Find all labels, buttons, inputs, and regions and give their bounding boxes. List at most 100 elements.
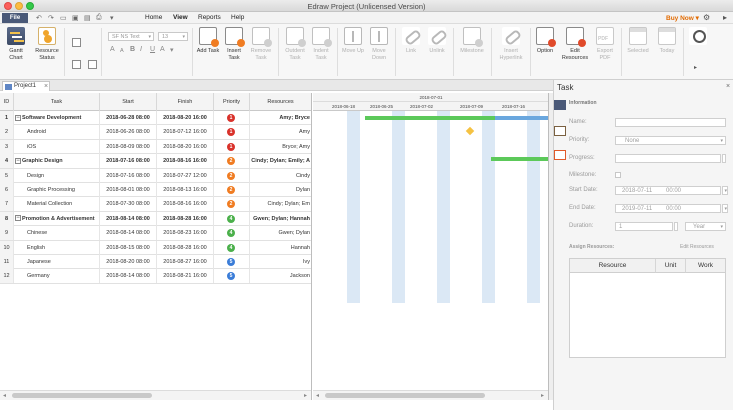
cell-start[interactable]: 2018-06-28 08:00 [100,111,157,125]
scrollbar-thumb[interactable] [325,393,485,398]
close-icon[interactable]: × [726,83,730,90]
resource-status-button[interactable]: Resource Status [32,27,62,61]
scroll-right-icon[interactable]: ▸ [304,392,307,399]
option-button[interactable]: Option [533,27,557,55]
insert-task-button[interactable]: Insert Task [222,27,246,61]
expand-icon[interactable]: ▸ [723,13,727,22]
cell-priority[interactable]: 2 [214,168,250,183]
cell-resources[interactable]: Dylan [250,183,311,197]
cell-start[interactable]: 2018-08-15 08:00 [100,240,157,255]
cell-priority[interactable]: 4 [214,211,250,226]
start-date-input[interactable]: 2018-07-11 00:00 [615,186,721,195]
column-header-resource[interactable]: Resource [570,259,656,273]
cell-task[interactable]: − Software Development [14,111,100,125]
table-row[interactable]: 8 − Promotion & Advertisement 2018-08-14 … [0,211,311,227]
scroll-right-icon[interactable]: ▸ [541,392,544,399]
outdent-task-button[interactable]: Outdent Task [282,27,308,61]
milestone-button[interactable]: Milestone [457,27,487,55]
table-row[interactable]: 11 Japanese 2018-08-20 08:00 2018-08-27 … [0,254,311,270]
end-date-dropdown[interactable]: ▾ [722,204,728,213]
table-row[interactable]: 12 Germany 2018-08-14 08:00 2018-08-21 1… [0,269,311,284]
cut-icon[interactable] [72,60,81,69]
scroll-left-icon[interactable]: ◂ [316,392,319,399]
remove-task-button[interactable]: Remove Task [248,27,274,61]
menu-reports[interactable]: Reports [198,14,221,21]
tab-project1[interactable]: Project1 × [2,81,50,91]
progress-input[interactable] [615,154,721,163]
cell-start[interactable]: 2018-08-09 08:00 [100,139,157,154]
table-row[interactable]: 3 iOS 2018-08-09 08:00 2018-08-20 16:00 … [0,139,311,155]
gantt-chart-area[interactable]: 2018-07-01 2018-06-18 2018-06-25 2018-07… [313,93,549,400]
table-row[interactable]: 1 − Software Development 2018-06-28 08:00… [0,111,311,126]
cell-priority[interactable]: 1 [214,125,250,140]
cell-start[interactable]: 2018-07-30 08:00 [100,197,157,212]
cell-start[interactable]: 2018-08-20 08:00 [100,254,157,269]
cell-resources[interactable]: Bryce; Amy [250,140,311,154]
cell-task[interactable]: Design [14,168,100,183]
cell-finish[interactable]: 2018-08-20 16:00 [157,111,214,125]
cell-resources[interactable]: Cindy; Dylan; Emily; A [250,154,311,168]
font-size-select[interactable]: 13 ▾ [158,32,188,41]
cell-resources[interactable]: Amy [250,125,311,139]
cell-finish[interactable]: 2018-08-28 16:00 [157,240,214,255]
cell-priority[interactable]: 2 [214,197,250,212]
cell-finish[interactable]: 2018-08-27 16:00 [157,254,214,269]
gear-icon[interactable]: ⚙ [703,13,710,22]
summary-bar-software-development[interactable] [365,116,495,120]
ribbon-more-icon[interactable]: ▸ [694,64,697,71]
file-menu-button[interactable]: File [2,13,28,23]
cell-start[interactable]: 2018-06-26 08:00 [100,125,157,140]
underline-icon[interactable]: U [150,46,155,53]
information-tab-icon[interactable] [554,100,566,110]
column-header-resources[interactable]: Resources [250,93,311,111]
start-date-dropdown[interactable]: ▾ [722,186,728,195]
end-date-input[interactable]: 2019-07-11 00:00 [615,204,721,213]
cell-priority[interactable]: 5 [214,254,250,269]
cell-resources[interactable]: Cindy [250,169,311,183]
open-icon[interactable]: ▭ [60,14,67,22]
shrink-font-icon[interactable]: A [120,48,124,54]
menu-view[interactable]: View [173,14,188,21]
cell-start[interactable]: 2018-08-14 08:00 [100,211,157,226]
today-button[interactable]: Today [654,27,680,55]
cell-finish[interactable]: 2018-08-13 16:00 [157,182,214,197]
table-row[interactable]: 4 − Graphic Design 2018-07-16 08:00 2018-… [0,154,311,169]
cell-task[interactable]: Android [14,125,100,140]
milestone-checkbox[interactable] [615,172,621,178]
table-row[interactable]: 7 Material Collection 2018-07-30 08:00 2… [0,197,311,212]
menu-help[interactable]: Help [231,14,244,21]
insert-hyperlink-button[interactable]: Insert Hyperlink [495,27,527,61]
chart-horizontal-scrollbar[interactable]: ◂ ▸ [313,390,548,400]
duration-unit-select[interactable]: Year ▾ [685,222,726,231]
bold-icon[interactable]: B [130,46,135,53]
unlink-button[interactable]: Unlink [425,27,449,55]
gantt-chart-button[interactable]: Gantt Chart [4,27,28,61]
cell-resources[interactable]: Cindy; Dylan; Em [250,197,311,211]
collapse-icon[interactable]: − [15,157,21,164]
cell-priority[interactable]: 4 [214,240,250,255]
column-header-id[interactable]: ID [0,93,14,111]
table-row[interactable]: 5 Design 2018-07-16 08:00 2018-07-27 12:… [0,168,311,183]
column-header-work[interactable]: Work [686,259,725,273]
cell-start[interactable]: 2018-08-14 08:00 [100,269,157,284]
cell-task[interactable]: Graphic Processing [14,182,100,197]
collapse-icon[interactable]: − [15,114,21,121]
cell-resources[interactable]: Ivy [250,255,311,269]
move-up-button[interactable]: Move Up [341,27,365,55]
scroll-left-icon[interactable]: ◂ [3,392,6,399]
customize-icon[interactable]: ▾ [110,14,114,22]
edit-resources-button[interactable]: Edit Resources [559,27,591,61]
cell-task[interactable]: Material Collection [14,197,100,212]
summary-bar-graphic-design[interactable] [491,157,548,161]
table-row[interactable]: 10 English 2018-08-15 08:00 2018-08-28 1… [0,240,311,255]
export-icon[interactable]: ▤ [84,14,91,22]
cell-task[interactable]: iOS [14,139,100,154]
column-header-start[interactable]: Start [100,93,157,111]
cell-finish[interactable]: 2018-07-12 16:00 [157,125,214,140]
cell-finish[interactable]: 2018-07-27 12:00 [157,168,214,183]
format-painter-icon[interactable] [88,60,97,69]
milestone-marker[interactable] [465,126,475,136]
cell-task[interactable]: Germany [14,269,100,284]
cell-start[interactable]: 2018-08-14 08:00 [100,226,157,241]
move-down-button[interactable]: Move Down [367,27,391,61]
